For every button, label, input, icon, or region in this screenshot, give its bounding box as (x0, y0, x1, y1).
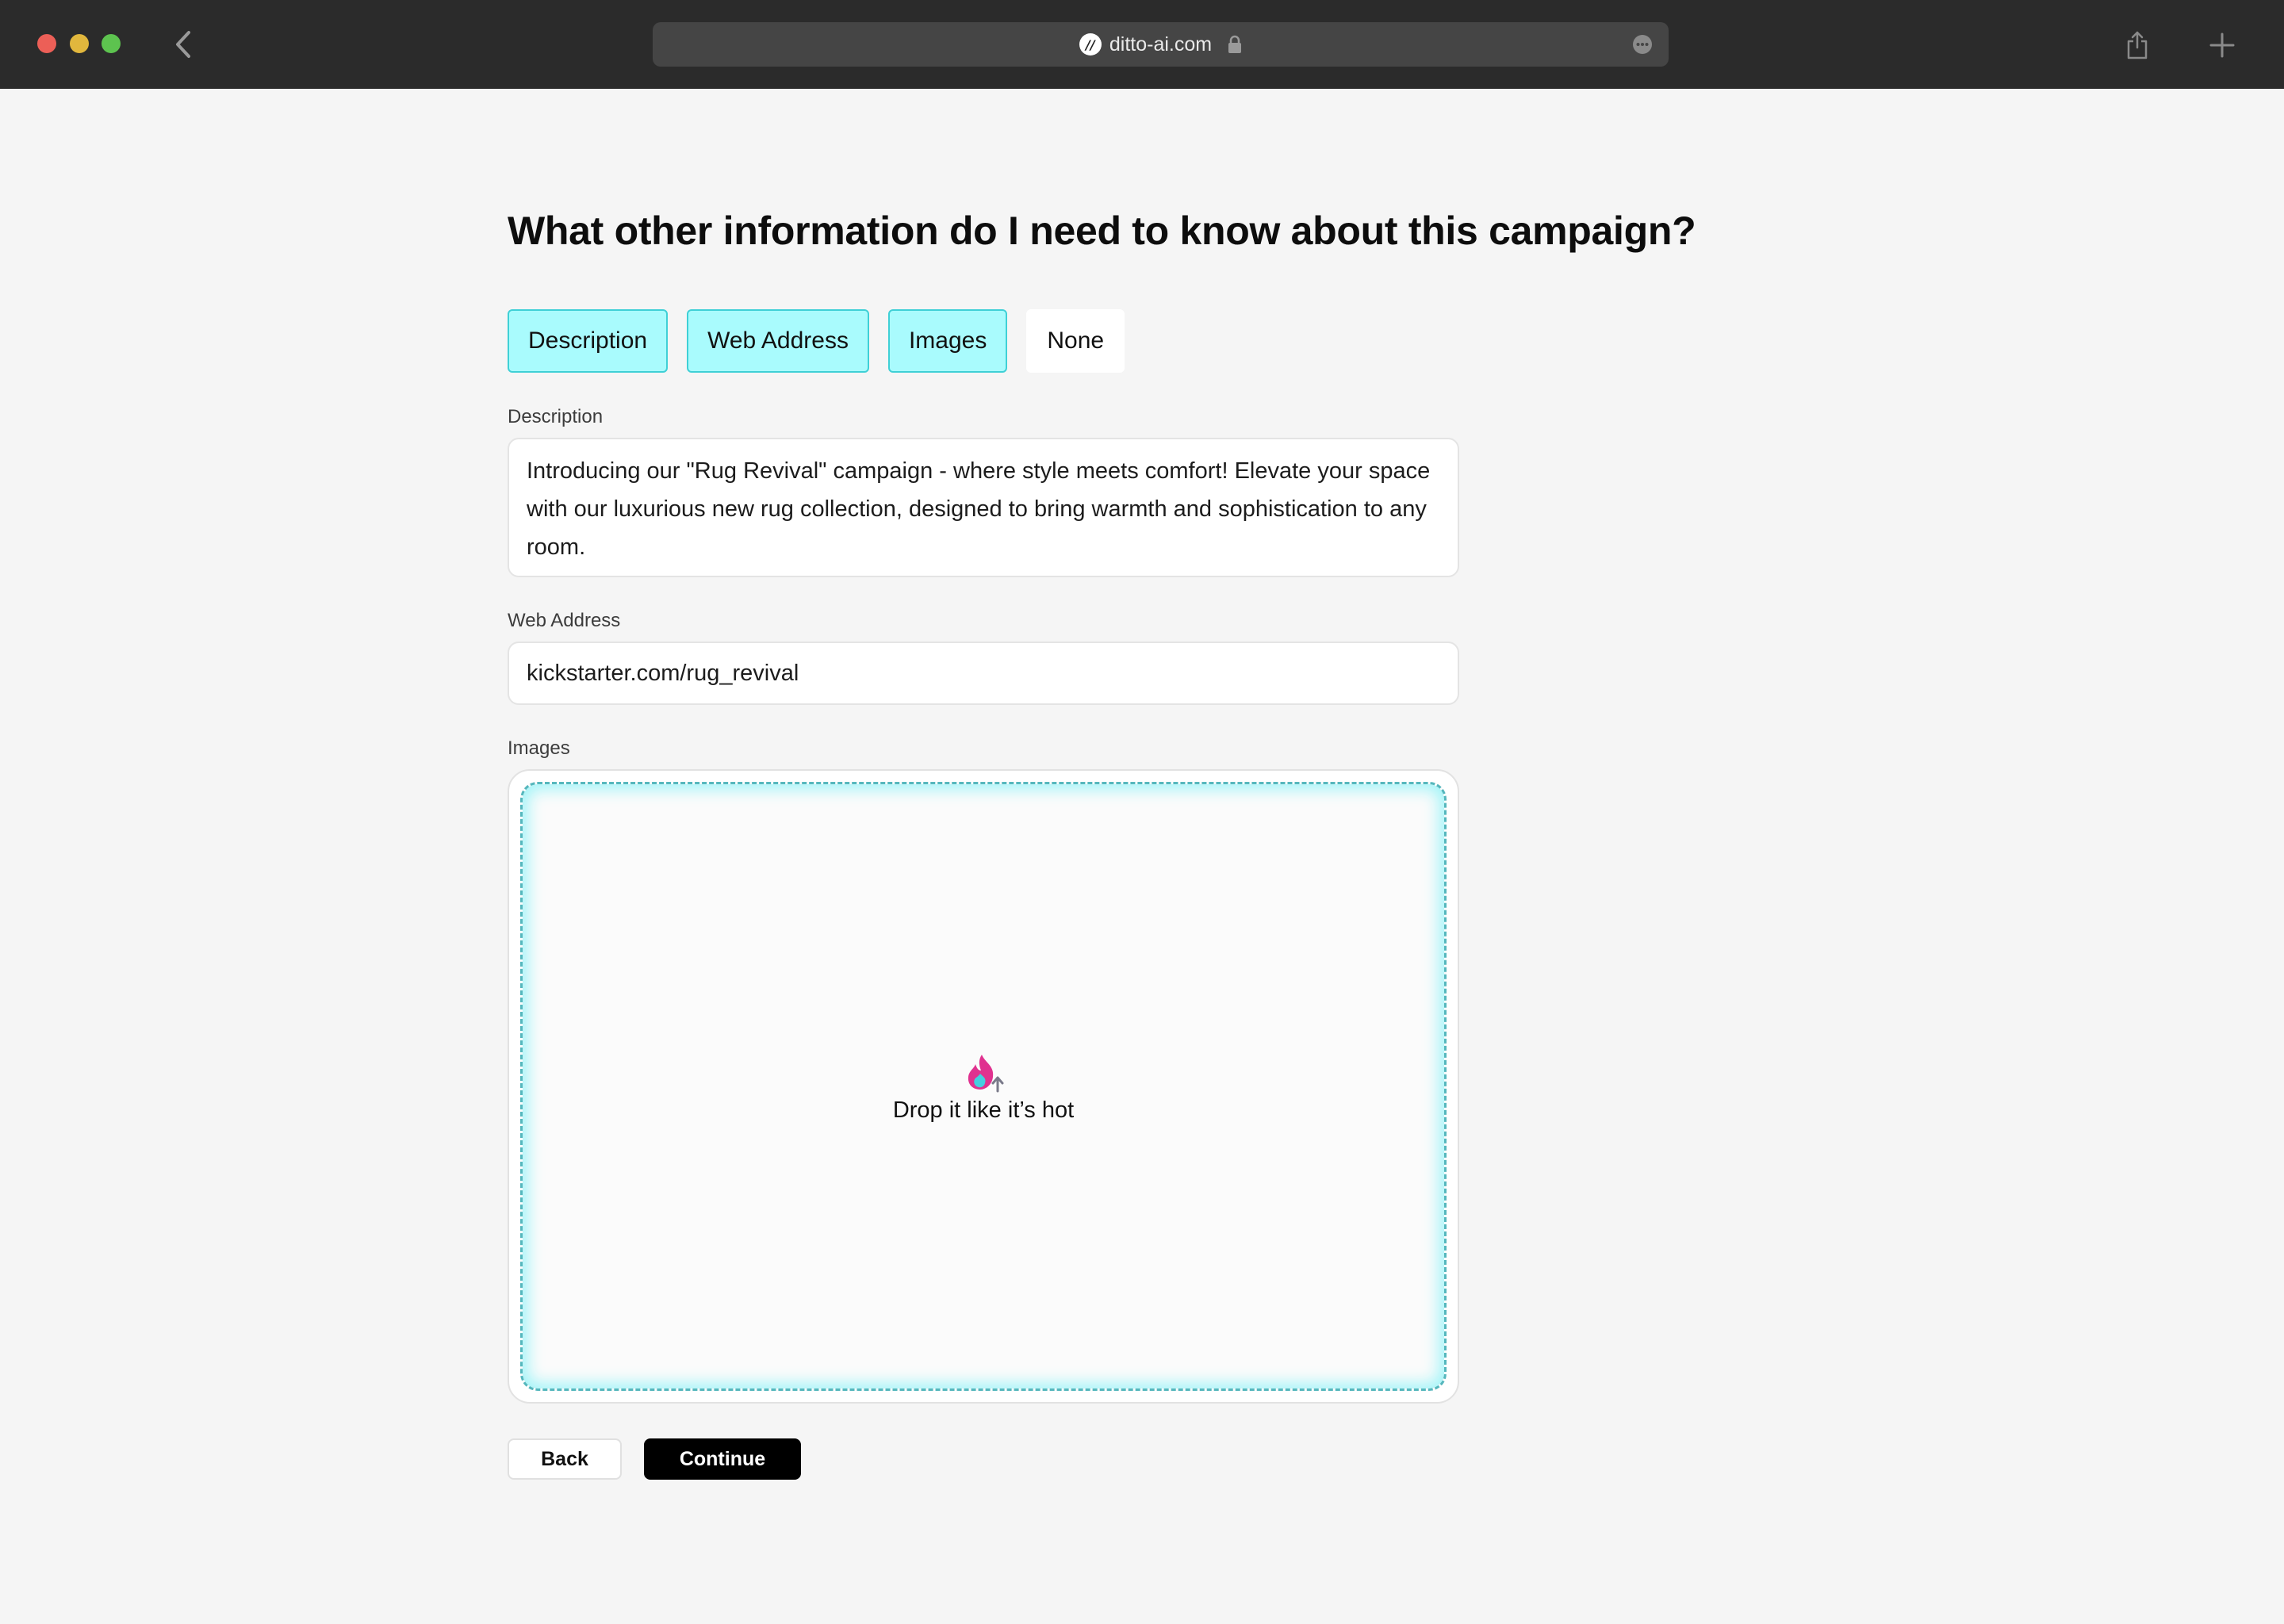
plus-icon[interactable] (2209, 32, 2236, 59)
flame-upload-icon (968, 1054, 1004, 1092)
address-bar[interactable]: // ditto-ai.com (653, 22, 1669, 67)
chip-description[interactable]: Description (508, 309, 669, 373)
dropzone-text: Drop it like it’s hot (892, 1097, 1075, 1123)
chip-images[interactable]: Images (887, 309, 1008, 373)
images-dropzone-container: Drop it like it’s hot (508, 769, 1459, 1404)
images-label: Images (508, 737, 570, 759)
web-address-label: Web Address (508, 610, 621, 631)
info-type-chips: Description Web Address Images None (508, 309, 1125, 373)
share-icon[interactable] (2125, 30, 2149, 60)
description-textarea[interactable]: Introducing our "Rug Revival" campaign -… (508, 438, 1459, 577)
zoom-window-button[interactable] (102, 34, 121, 53)
chip-web-address[interactable]: Web Address (687, 309, 869, 373)
form-actions: Back Continue (508, 1438, 801, 1480)
web-address-input[interactable]: kickstarter.com/rug_revival (508, 642, 1459, 705)
minimize-window-button[interactable] (70, 34, 89, 53)
close-window-button[interactable] (37, 34, 56, 53)
back-button[interactable]: Back (508, 1438, 622, 1480)
chevron-left-icon[interactable] (171, 30, 195, 59)
more-icon[interactable] (1632, 34, 1653, 55)
url-text: ditto-ai.com (1109, 33, 1213, 56)
browser-toolbar: // ditto-ai.com (0, 0, 2284, 89)
chip-none[interactable]: None (1026, 309, 1125, 373)
lock-icon (1228, 35, 1242, 53)
images-dropzone[interactable]: Drop it like it’s hot (520, 782, 1447, 1391)
page-title: What other information do I need to know… (508, 209, 1696, 253)
description-label: Description (508, 406, 604, 427)
continue-button[interactable]: Continue (644, 1438, 801, 1480)
site-favicon-icon: // (1079, 33, 1102, 56)
